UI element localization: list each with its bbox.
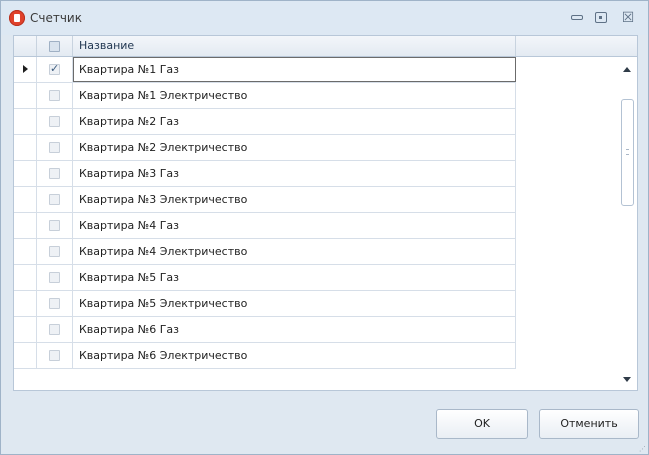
row-checkbox[interactable] — [49, 246, 60, 257]
ok-button[interactable]: OK — [436, 409, 528, 439]
row-name-cell[interactable]: Квартира №2 Электричество — [73, 135, 516, 160]
header-filler — [517, 36, 637, 56]
row-indicator-cell — [14, 317, 37, 342]
row-checkbox[interactable] — [49, 142, 60, 153]
row-indicator-cell — [14, 187, 37, 212]
row-indicator-cell — [14, 291, 37, 316]
row-checkbox[interactable] — [49, 298, 60, 309]
row-checkbox[interactable] — [49, 62, 60, 75]
vertical-scrollbar[interactable] — [618, 57, 637, 390]
select-all-checkbox[interactable] — [49, 41, 60, 52]
row-checkbox[interactable] — [49, 324, 60, 335]
row-checkbox-cell — [37, 57, 73, 82]
scroll-up-icon[interactable] — [623, 67, 631, 72]
grid-rows: Квартира №1 ГазКвартира №1 Электричество… — [14, 57, 516, 369]
row-checkbox-cell — [37, 109, 73, 134]
minimize-icon — [571, 15, 583, 20]
row-checkbox[interactable] — [49, 220, 60, 231]
row-name-cell[interactable]: Квартира №1 Газ — [73, 57, 516, 82]
window-title: Счетчик — [30, 11, 82, 25]
row-name-cell[interactable]: Квартира №5 Электричество — [73, 291, 516, 316]
column-header-name[interactable]: Название — [73, 36, 516, 56]
table-row[interactable]: Квартира №5 Электричество — [14, 291, 516, 317]
header-indicator-cell — [14, 36, 37, 56]
row-indicator-cell — [14, 161, 37, 186]
app-icon — [9, 10, 25, 26]
row-name-cell[interactable]: Квартира №3 Газ — [73, 161, 516, 186]
close-icon: ☒ — [621, 10, 635, 26]
header-checkbox-cell[interactable] — [37, 36, 73, 56]
cancel-button[interactable]: Отменить — [539, 409, 639, 439]
row-indicator-cell — [14, 239, 37, 264]
row-indicator-cell — [14, 109, 37, 134]
table-row[interactable]: Квартира №1 Газ — [14, 57, 516, 83]
row-checkbox-cell — [37, 187, 73, 212]
row-checkbox-cell — [37, 213, 73, 238]
table-row[interactable]: Квартира №4 Газ — [14, 213, 516, 239]
row-checkbox[interactable] — [49, 168, 60, 179]
row-checkbox-cell — [37, 265, 73, 290]
table-row[interactable]: Квартира №2 Электричество — [14, 135, 516, 161]
row-checkbox-cell — [37, 135, 73, 160]
row-checkbox[interactable] — [49, 194, 60, 205]
minimize-button[interactable] — [569, 10, 585, 26]
row-checkbox-cell — [37, 291, 73, 316]
row-checkbox[interactable] — [49, 350, 60, 361]
row-indicator-cell — [14, 213, 37, 238]
row-indicator-cell — [14, 83, 37, 108]
row-checkbox[interactable] — [49, 116, 60, 127]
row-indicator-cell — [14, 135, 37, 160]
row-indicator-cell — [14, 343, 37, 368]
row-checkbox-cell — [37, 317, 73, 342]
row-name-cell[interactable]: Квартира №6 Электричество — [73, 343, 516, 368]
row-name-cell[interactable]: Квартира №6 Газ — [73, 317, 516, 342]
row-name-cell[interactable]: Квартира №1 Электричество — [73, 83, 516, 108]
current-row-indicator-icon — [14, 57, 37, 82]
row-checkbox-cell — [37, 161, 73, 186]
scroll-thumb[interactable] — [621, 99, 634, 206]
row-name-cell[interactable]: Квартира №2 Газ — [73, 109, 516, 134]
maximize-icon — [595, 12, 607, 23]
row-checkbox-cell — [37, 83, 73, 108]
row-name-cell[interactable]: Квартира №3 Электричество — [73, 187, 516, 212]
scroll-down-icon[interactable] — [623, 377, 631, 382]
table-row[interactable]: Квартира №3 Газ — [14, 161, 516, 187]
row-checkbox-cell — [37, 239, 73, 264]
dialog-window: Счетчик ☒ Название Квартира №1 ГазКварти… — [0, 0, 649, 455]
table-row[interactable]: Квартира №6 Газ — [14, 317, 516, 343]
row-checkbox-cell — [37, 343, 73, 368]
row-name-cell[interactable]: Квартира №5 Газ — [73, 265, 516, 290]
table-row[interactable]: Квартира №1 Электричество — [14, 83, 516, 109]
table-row[interactable]: Квартира №2 Газ — [14, 109, 516, 135]
resize-grip-icon[interactable]: ⋰ — [639, 445, 647, 453]
table-row[interactable]: Квартира №3 Электричество — [14, 187, 516, 213]
table-row[interactable]: Квартира №6 Электричество — [14, 343, 516, 369]
row-name-cell[interactable]: Квартира №4 Газ — [73, 213, 516, 238]
row-name-cell[interactable]: Квартира №4 Электричество — [73, 239, 516, 264]
row-checkbox[interactable] — [49, 272, 60, 283]
meter-grid[interactable]: Название Квартира №1 ГазКвартира №1 Элек… — [13, 35, 638, 391]
grid-header: Название — [14, 36, 637, 57]
maximize-button[interactable] — [593, 10, 609, 26]
title-bar[interactable]: Счетчик ☒ — [1, 1, 648, 35]
close-button[interactable]: ☒ — [620, 10, 636, 26]
table-row[interactable]: Квартира №5 Газ — [14, 265, 516, 291]
row-indicator-cell — [14, 265, 37, 290]
row-checkbox[interactable] — [49, 90, 60, 101]
table-row[interactable]: Квартира №4 Электричество — [14, 239, 516, 265]
